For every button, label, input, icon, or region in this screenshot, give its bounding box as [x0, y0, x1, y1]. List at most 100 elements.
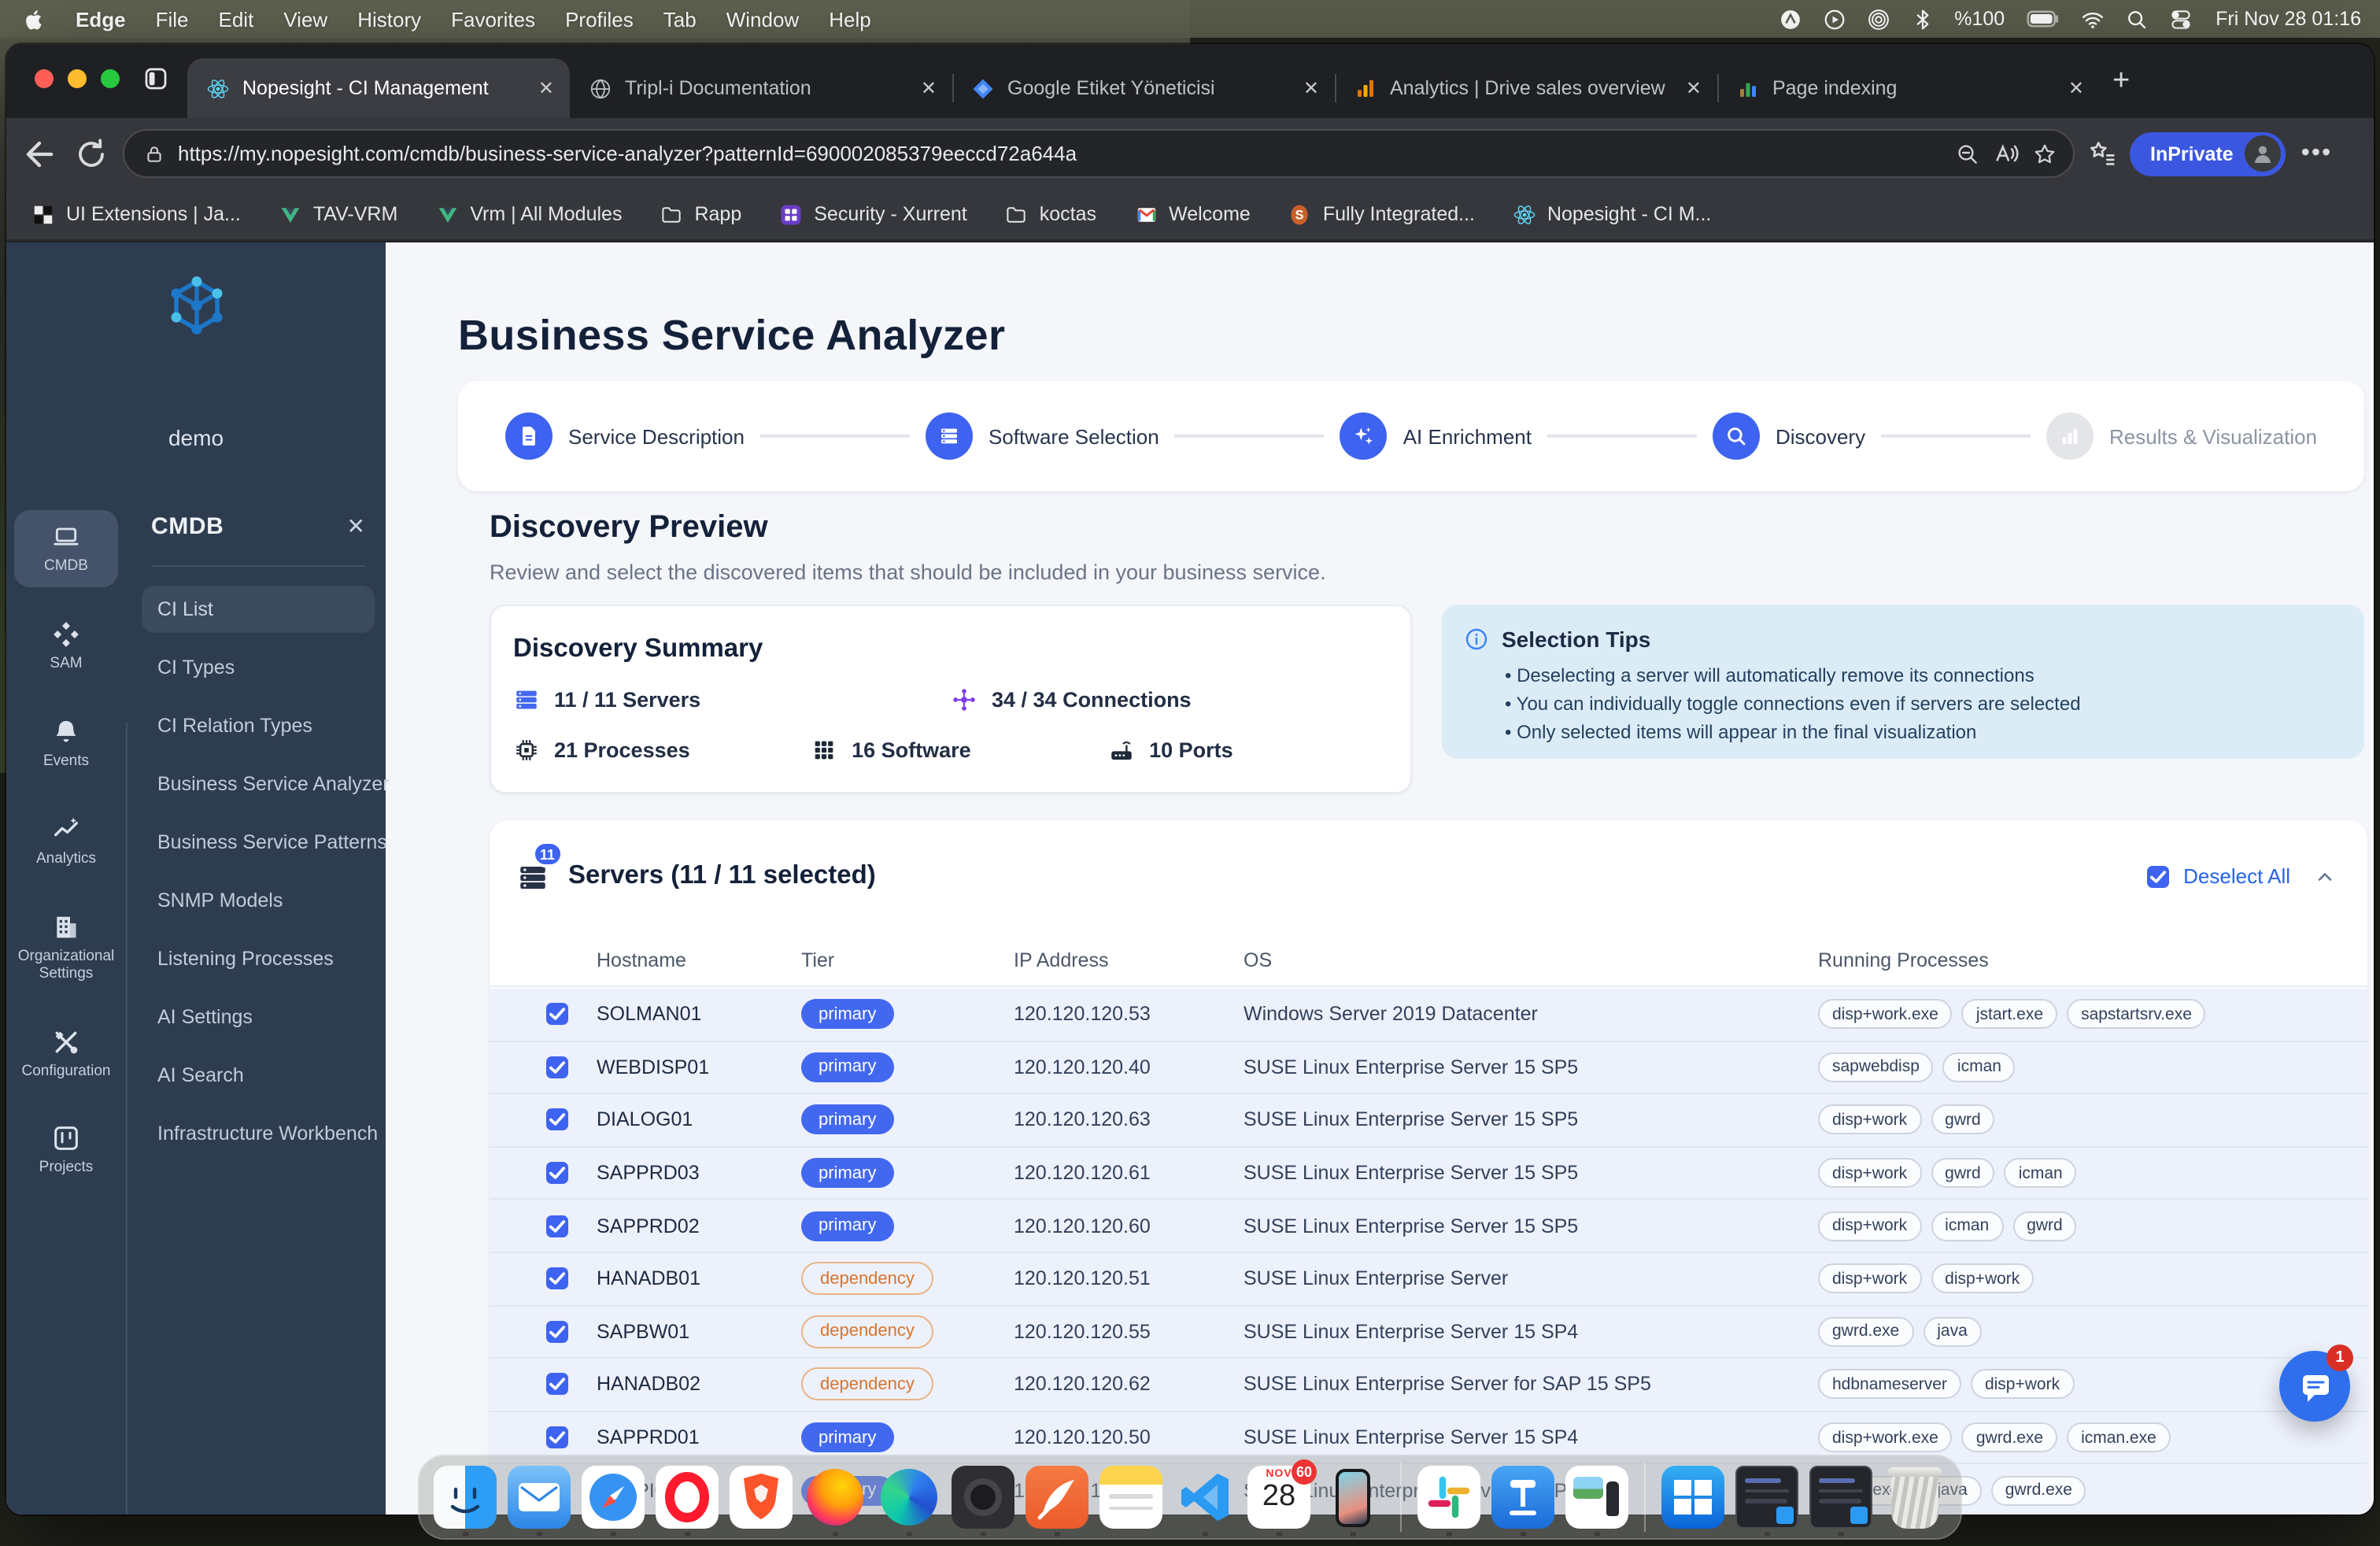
sidebar-rail-projects[interactable]: Projects [14, 1112, 118, 1189]
menu-edit[interactable]: Edit [219, 7, 254, 31]
collapse-chevron-icon[interactable] [2314, 865, 2336, 887]
dock-brave-icon[interactable] [730, 1458, 793, 1537]
deselect-all-checkbox[interactable] [2147, 865, 2169, 887]
table-row[interactable]: HANADB01dependency120.120.120.51SUSE Lin… [490, 1253, 2367, 1306]
table-row[interactable]: DIALOG01primary120.120.120.63SUSE Linux … [490, 1094, 2367, 1147]
inprivate-badge[interactable]: InPrivate [2130, 131, 2286, 176]
tab-close-icon[interactable]: ✕ [1686, 77, 1702, 99]
sidebar-item-infrastructure-workbench[interactable]: Infrastructure Workbench [142, 1110, 375, 1157]
table-row[interactable]: HANADB02dependency120.120.120.62SUSE Lin… [490, 1359, 2367, 1411]
tab-close-icon[interactable]: ✕ [2068, 77, 2084, 99]
menu-help[interactable]: Help [829, 7, 871, 31]
step-ai-enrichment[interactable]: AI Enrichment [1340, 412, 1532, 460]
table-row[interactable]: SAPBW01dependency120.120.120.55SUSE Linu… [490, 1306, 2367, 1359]
browser-tab[interactable]: Google Etiket Yöneticisi✕ [952, 58, 1335, 118]
back-icon[interactable] [19, 133, 60, 174]
browser-tab[interactable]: Page indexing✕ [1717, 58, 2100, 118]
dock-slack-icon[interactable] [1417, 1458, 1480, 1537]
step-service-description[interactable]: Service Description [505, 412, 745, 460]
row-checkbox[interactable] [546, 1215, 568, 1237]
dock-mail-icon[interactable] [508, 1458, 571, 1537]
row-checkbox[interactable] [546, 1426, 568, 1448]
apple-menu-icon[interactable] [22, 6, 46, 32]
url-text[interactable]: https://my.nopesight.com/cmdb/business-s… [178, 142, 1942, 165]
sidebar-item-business-service-analyzer[interactable]: Business Service Analyzer [142, 760, 375, 808]
menu-profiles[interactable]: Profiles [565, 7, 634, 31]
table-row[interactable]: SOLMAN01primary120.120.120.53Windows Ser… [490, 989, 2367, 1041]
wifi-icon[interactable] [2080, 7, 2104, 31]
bookmark-item[interactable]: SFully Integrated... [1288, 202, 1475, 226]
favorite-star-icon[interactable] [2032, 141, 2057, 166]
avatar[interactable] [2245, 135, 2281, 172]
dock-vm-window-1-icon[interactable] [1735, 1458, 1798, 1537]
row-checkbox[interactable] [546, 1268, 568, 1290]
menu-view[interactable]: View [283, 7, 327, 31]
control-center-icon[interactable] [2168, 7, 2192, 31]
dock-presentation-app-icon[interactable] [1491, 1458, 1554, 1537]
bluetooth-icon[interactable] [1910, 7, 1934, 31]
minimize-window-button[interactable] [68, 69, 87, 88]
menu-favorites[interactable]: Favorites [451, 7, 535, 31]
sidebar-item-listening-processes[interactable]: Listening Processes [142, 935, 375, 982]
bookmark-item[interactable]: Welcome [1134, 202, 1251, 226]
zoom-window-button[interactable] [101, 69, 120, 88]
dock-trash-icon[interactable] [1883, 1458, 1946, 1537]
table-row[interactable]: SAPPRD02primary120.120.120.60SUSE Linux … [490, 1200, 2367, 1253]
dock-safari-icon[interactable] [582, 1458, 645, 1537]
deselect-all-link[interactable]: Deselect All [2183, 864, 2290, 888]
row-checkbox[interactable] [546, 1004, 568, 1026]
sidebar-rail-organizational-settings[interactable]: Organizational Settings [14, 900, 118, 994]
spotlight-search-icon[interactable] [2124, 7, 2148, 31]
reload-icon[interactable] [72, 135, 110, 172]
favorites-list-icon[interactable] [2087, 139, 2117, 168]
browser-tab[interactable]: Analytics | Drive sales overview✕ [1335, 58, 1717, 118]
sidebar-rail-analytics[interactable]: Analytics [14, 803, 118, 880]
sidebar-item-ai-settings[interactable]: AI Settings [142, 993, 375, 1041]
step-discovery[interactable]: Discovery [1713, 412, 1865, 460]
new-tab-button[interactable]: + [2112, 66, 2130, 96]
step-software-selection[interactable]: Software Selection [926, 412, 1159, 460]
sidebar-item-business-service-patterns[interactable]: Business Service Patterns [142, 819, 375, 866]
dock-calendar-icon[interactable]: NOV2860 [1247, 1458, 1310, 1537]
row-checkbox[interactable] [546, 1374, 568, 1396]
chat-fab[interactable]: 1 [2279, 1351, 2350, 1422]
address-bar[interactable]: https://my.nopesight.com/cmdb/business-s… [123, 129, 2075, 178]
dock-vscode-icon[interactable] [1173, 1458, 1236, 1537]
close-window-button[interactable] [35, 69, 54, 88]
bookmark-item[interactable]: TAV-VRM [279, 202, 397, 226]
zoom-out-icon[interactable] [1955, 141, 1980, 166]
sidebar-rail-sam[interactable]: SAM [14, 608, 118, 685]
row-checkbox[interactable] [546, 1056, 568, 1078]
sidebar-item-ci-types[interactable]: CI Types [142, 644, 375, 691]
bookmark-item[interactable]: UI Extensions | Ja... [31, 202, 241, 226]
sidebar-rail-events[interactable]: Events [14, 705, 118, 782]
sidebar-rail-cmdb[interactable]: CMDB [14, 510, 118, 587]
dock-orange-pen-app-icon[interactable] [1026, 1458, 1088, 1537]
menu-window[interactable]: Window [726, 7, 800, 31]
tab-close-icon[interactable]: ✕ [921, 77, 937, 99]
menu-history[interactable]: History [357, 7, 421, 31]
dock-edge-icon[interactable] [878, 1458, 941, 1537]
step-results-visualization[interactable]: Results & Visualization [2046, 412, 2317, 460]
bookmark-item[interactable]: Security - Xurrent [779, 202, 967, 226]
row-checkbox[interactable] [546, 1321, 568, 1343]
dock-notes-icon[interactable] [1099, 1458, 1162, 1537]
bookmark-item[interactable]: Nopesight - CI M... [1513, 202, 1711, 226]
app-status-icon[interactable] [1778, 7, 1802, 31]
sidebar-rail-configuration[interactable]: Configuration [14, 1015, 118, 1092]
tab-overview-icon[interactable] [142, 65, 170, 93]
read-aloud-icon[interactable] [1993, 140, 2020, 167]
row-checkbox[interactable] [546, 1162, 568, 1184]
tab-close-icon[interactable]: ✕ [538, 77, 554, 99]
row-checkbox[interactable] [546, 1109, 568, 1131]
bookmark-item[interactable]: Vrm | All Modules [435, 202, 622, 226]
dock-windows-app-icon[interactable] [1661, 1458, 1724, 1537]
dock-finder-icon[interactable] [434, 1458, 497, 1537]
airdrop-icon[interactable] [1866, 7, 1890, 31]
browser-tab[interactable]: Nopesight - CI Management✕ [187, 58, 570, 118]
dock-dark-disc-app-icon[interactable] [952, 1458, 1014, 1537]
sidebar-item-snmp-models[interactable]: SNMP Models [142, 877, 375, 924]
sidebar-item-ci-relation-types[interactable]: CI Relation Types [142, 702, 375, 749]
dock-vm-window-2-icon[interactable] [1809, 1458, 1872, 1537]
table-row[interactable]: WEBDISP01primary120.120.120.40SUSE Linux… [490, 1041, 2367, 1094]
